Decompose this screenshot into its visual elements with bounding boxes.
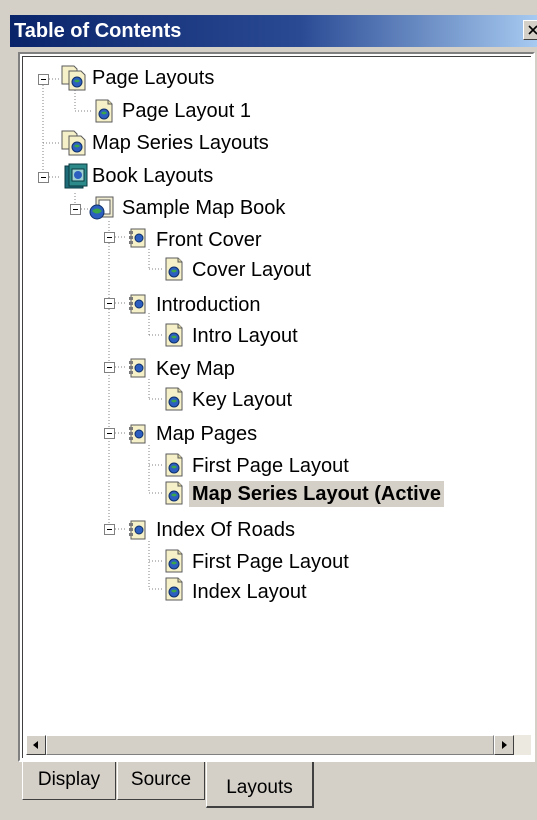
tab-source-label: Source xyxy=(130,769,192,790)
tree-item-first-page-layout[interactable]: First Page Layout xyxy=(189,549,352,575)
tree-item-key-map[interactable]: Key Map xyxy=(153,356,238,382)
tree-item-front-cover[interactable]: Front Cover xyxy=(153,227,265,253)
tree-item-map-series-layout-active[interactable]: Map Series Layout (Active xyxy=(189,481,444,507)
layout-page-icon xyxy=(163,453,185,477)
collapse-toggle[interactable] xyxy=(104,524,115,535)
layout-page-icon xyxy=(163,481,185,505)
tree-item-sample-map-book[interactable]: Sample Map Book xyxy=(119,195,288,221)
tree-item-key-layout[interactable]: Key Layout xyxy=(189,387,295,413)
section-icon xyxy=(127,423,149,445)
scroll-left-arrow-icon xyxy=(33,741,38,749)
scroll-right-arrow-icon xyxy=(502,741,507,749)
layout-page-icon xyxy=(163,387,185,411)
tree-item-map-pages[interactable]: Map Pages xyxy=(153,421,260,447)
tab-strip: Display Source Layouts xyxy=(22,762,537,820)
page-layouts-folder-icon xyxy=(61,65,87,91)
close-button[interactable] xyxy=(523,20,537,40)
layout-page-icon xyxy=(93,99,115,123)
tab-display[interactable]: Display xyxy=(22,762,116,800)
tree-item-book-layouts[interactable]: Book Layouts xyxy=(89,163,216,189)
map-book-icon xyxy=(89,195,115,221)
scroll-right-button[interactable] xyxy=(494,735,514,755)
window-title: Table of Contents xyxy=(14,20,182,42)
tree-item-page-layout-1[interactable]: Page Layout 1 xyxy=(119,98,254,124)
section-icon xyxy=(127,227,149,249)
tab-source[interactable]: Source xyxy=(117,762,205,800)
collapse-toggle[interactable] xyxy=(104,428,115,439)
horizontal-scrollbar[interactable] xyxy=(26,735,531,755)
tab-layouts[interactable]: Layouts xyxy=(206,762,314,808)
tree-item-index-of-roads[interactable]: Index Of Roads xyxy=(153,517,298,543)
layout-page-icon xyxy=(163,323,185,347)
tree-item-index-layout[interactable]: Index Layout xyxy=(189,579,310,605)
scroll-thumb[interactable] xyxy=(46,735,494,755)
tab-layouts-label: Layouts xyxy=(226,777,293,798)
tab-display-label: Display xyxy=(37,769,101,790)
section-icon xyxy=(127,519,149,541)
layout-page-icon xyxy=(163,257,185,281)
book-icon xyxy=(63,163,89,189)
collapse-toggle[interactable] xyxy=(38,74,49,85)
scroll-left-button[interactable] xyxy=(26,735,46,755)
close-icon xyxy=(528,25,537,35)
collapse-toggle[interactable] xyxy=(104,362,115,373)
tree-item-cover-layout[interactable]: Cover Layout xyxy=(189,257,314,283)
tree-item-map-series-layouts[interactable]: Map Series Layouts xyxy=(89,130,272,156)
map-series-icon xyxy=(61,130,87,156)
tree-area: Page Layouts Page Layout 1 Map Series La… xyxy=(22,56,531,758)
layout-page-icon xyxy=(163,577,185,601)
collapse-toggle[interactable] xyxy=(38,172,49,183)
layouts-tree-view[interactable]: Page Layouts Page Layout 1 Map Series La… xyxy=(18,52,535,762)
collapse-toggle[interactable] xyxy=(70,204,81,215)
tree-item-first-page-layout[interactable]: First Page Layout xyxy=(189,453,352,479)
tree-item-intro-layout[interactable]: Intro Layout xyxy=(189,323,301,349)
section-icon xyxy=(127,357,149,379)
collapse-toggle[interactable] xyxy=(104,232,115,243)
section-icon xyxy=(127,293,149,315)
tree-item-page-layouts[interactable]: Page Layouts xyxy=(89,65,217,91)
layout-page-icon xyxy=(163,549,185,573)
tree-item-introduction[interactable]: Introduction xyxy=(153,292,264,318)
collapse-toggle[interactable] xyxy=(104,298,115,309)
title-bar: Table of Contents xyxy=(10,15,537,47)
table-of-contents-panel: Table of Contents Page Layouts Page Layo… xyxy=(0,0,537,820)
